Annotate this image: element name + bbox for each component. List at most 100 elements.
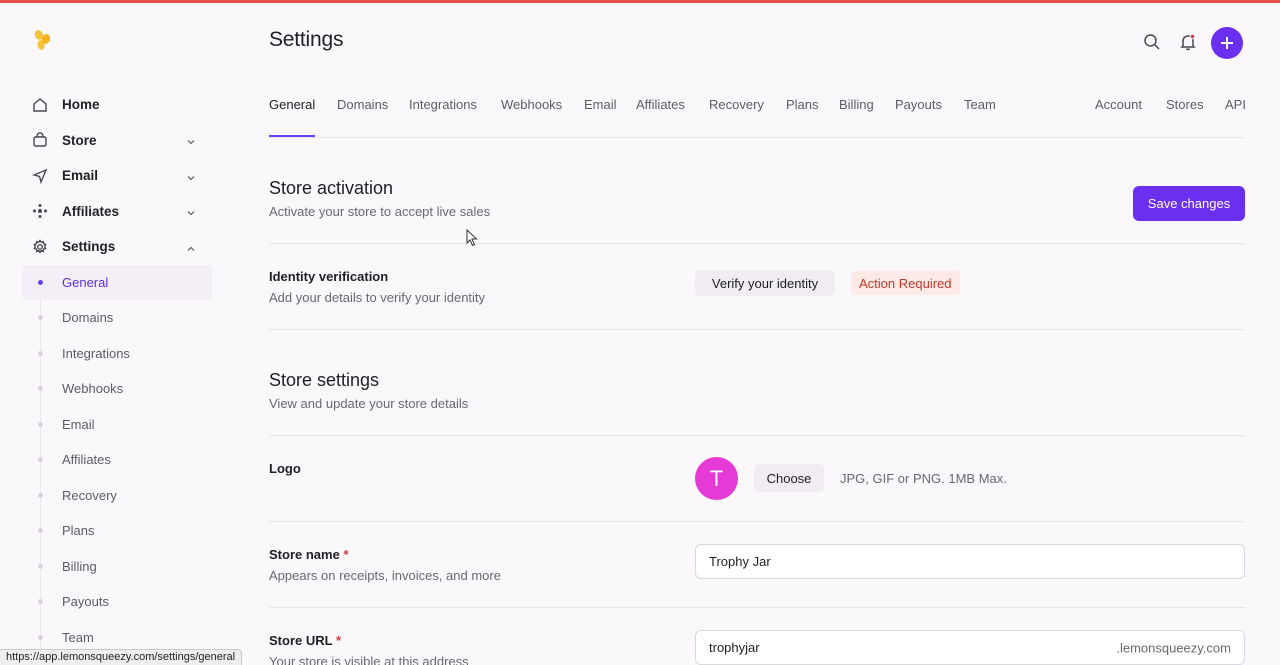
chevron-down-icon[interactable] <box>186 206 196 216</box>
tab-recovery[interactable]: Recovery <box>709 97 764 112</box>
settings-subnav: General Domains Integrations Webhooks Em… <box>22 264 212 655</box>
tab-payouts[interactable]: Payouts <box>895 97 942 112</box>
divider <box>269 521 1245 522</box>
store-name-label-text: Store name <box>269 547 340 562</box>
sidebar-subitem-general[interactable]: General <box>22 264 212 300</box>
affiliates-icon <box>32 203 48 219</box>
bag-icon <box>32 132 48 148</box>
tab-integrations[interactable]: Integrations <box>409 97 477 112</box>
sidebar-subitem-billing[interactable]: Billing <box>22 549 212 585</box>
identity-label: Identity verification <box>269 269 389 284</box>
browser-status-url: https://app.lemonsqueezy.com/settings/ge… <box>0 649 243 665</box>
verify-identity-button[interactable]: Verify your identity <box>695 270 835 296</box>
gear-icon <box>32 239 48 255</box>
divider <box>269 435 1245 436</box>
sidebar-item-label: Settings <box>62 239 116 255</box>
sidebar-item-settings[interactable]: Settings <box>22 229 212 265</box>
divider <box>269 607 1245 608</box>
logo-hint: JPG, GIF or PNG. 1MB Max. <box>840 471 1007 486</box>
subitem-label: Plans <box>62 523 95 539</box>
chevron-down-icon[interactable] <box>186 135 196 145</box>
lemon-squeezy-logo[interactable] <box>32 28 54 54</box>
chevron-down-icon[interactable] <box>186 171 196 181</box>
store-url-suffix: .lemonsqueezy.com <box>1116 640 1231 655</box>
dot <box>38 563 43 569</box>
tab-api[interactable]: API <box>1225 97 1246 112</box>
subitem-label: Domains <box>62 310 114 326</box>
store-url-label: Store URL * <box>269 633 341 648</box>
store-name-desc: Appears on receipts, invoices, and more <box>269 568 501 583</box>
tab-affiliates[interactable]: Affiliates <box>636 97 685 112</box>
chevron-up-icon[interactable] <box>186 242 196 252</box>
sidebar-item-affiliates[interactable]: Affiliates <box>22 194 212 230</box>
required-mark: * <box>335 633 342 648</box>
sidebar-item-email[interactable]: Email <box>22 158 212 194</box>
tab-general[interactable]: General <box>269 97 315 112</box>
store-name-value: Trophy Jar <box>709 554 771 569</box>
dot <box>38 492 43 498</box>
bell-icon[interactable] <box>1178 32 1198 52</box>
required-mark: * <box>343 547 349 562</box>
page-title: Settings <box>269 28 344 51</box>
status-badge: Action Required <box>851 271 960 295</box>
dot <box>38 634 43 640</box>
active-tab-indicator <box>269 135 315 137</box>
sidebar-subitem-payouts[interactable]: Payouts <box>22 584 212 620</box>
tab-domains[interactable]: Domains <box>337 97 388 112</box>
settings-tabs: General Domains Integrations Webhooks Em… <box>269 93 1246 138</box>
store-settings-desc: View and update your store details <box>269 396 469 411</box>
dot <box>38 386 43 392</box>
tab-email[interactable]: Email <box>584 97 617 112</box>
tab-billing[interactable]: Billing <box>839 97 874 112</box>
subitem-label: Payouts <box>62 594 109 610</box>
sidebar-item-home[interactable]: Home <box>22 87 212 123</box>
store-name-input[interactable]: Trophy Jar <box>695 544 1245 579</box>
store-url-desc: Your store is visible at this address <box>269 654 469 665</box>
sidebar-nav: Home Store Email Affiliates Settings Gen… <box>22 87 212 655</box>
subitem-label: Billing <box>62 558 97 574</box>
store-url-input[interactable]: trophyjar .lemonsqueezy.com <box>695 630 1245 665</box>
subitem-label: Affiliates <box>62 452 111 468</box>
sidebar-subitem-recovery[interactable]: Recovery <box>22 478 212 514</box>
identity-desc: Add your details to verify your identity <box>269 290 486 305</box>
activation-desc: Activate your store to accept live sales <box>269 204 491 219</box>
home-icon <box>32 97 48 113</box>
sidebar-subitem-plans[interactable]: Plans <box>22 513 212 549</box>
search-icon[interactable] <box>1142 32 1162 52</box>
top-accent-line <box>0 0 1280 3</box>
tab-stores[interactable]: Stores <box>1166 97 1204 112</box>
tab-account[interactable]: Account <box>1095 97 1142 112</box>
sidebar-item-store[interactable]: Store <box>22 123 212 159</box>
subitem-label: Webhooks <box>62 381 124 397</box>
subitem-label: Integrations <box>62 345 130 361</box>
choose-logo-button[interactable]: Choose <box>754 464 824 492</box>
create-new-button[interactable] <box>1211 27 1243 59</box>
sidebar-subitem-webhooks[interactable]: Webhooks <box>22 371 212 407</box>
sidebar-item-label: Affiliates <box>62 203 120 219</box>
sidebar-item-label: Store <box>62 132 97 148</box>
dot <box>38 599 43 605</box>
store-url-value: trophyjar <box>709 640 760 655</box>
sidebar-subitem-domains[interactable]: Domains <box>22 300 212 336</box>
tab-plans[interactable]: Plans <box>786 97 819 112</box>
store-settings-title: Store settings <box>269 370 380 390</box>
active-dot <box>38 279 43 285</box>
tab-webhooks[interactable]: Webhooks <box>501 97 562 112</box>
logo-label: Logo <box>269 461 301 476</box>
send-icon <box>32 168 48 184</box>
activation-title: Store activation <box>269 178 394 198</box>
store-url-label-text: Store URL <box>269 633 333 648</box>
save-changes-button[interactable]: Save changes <box>1133 186 1245 221</box>
dot <box>38 315 43 321</box>
dot <box>38 457 43 463</box>
subitem-label: Team <box>62 629 94 645</box>
sidebar-item-label: Home <box>62 97 100 113</box>
mouse-cursor-icon <box>466 228 478 247</box>
dot <box>38 421 43 427</box>
tab-team[interactable]: Team <box>964 97 996 112</box>
store-logo-avatar: T <box>695 457 738 500</box>
dot <box>38 350 43 356</box>
sidebar-subitem-affiliates[interactable]: Affiliates <box>22 442 212 478</box>
sidebar-subitem-integrations[interactable]: Integrations <box>22 336 212 372</box>
sidebar-subitem-email[interactable]: Email <box>22 407 212 443</box>
